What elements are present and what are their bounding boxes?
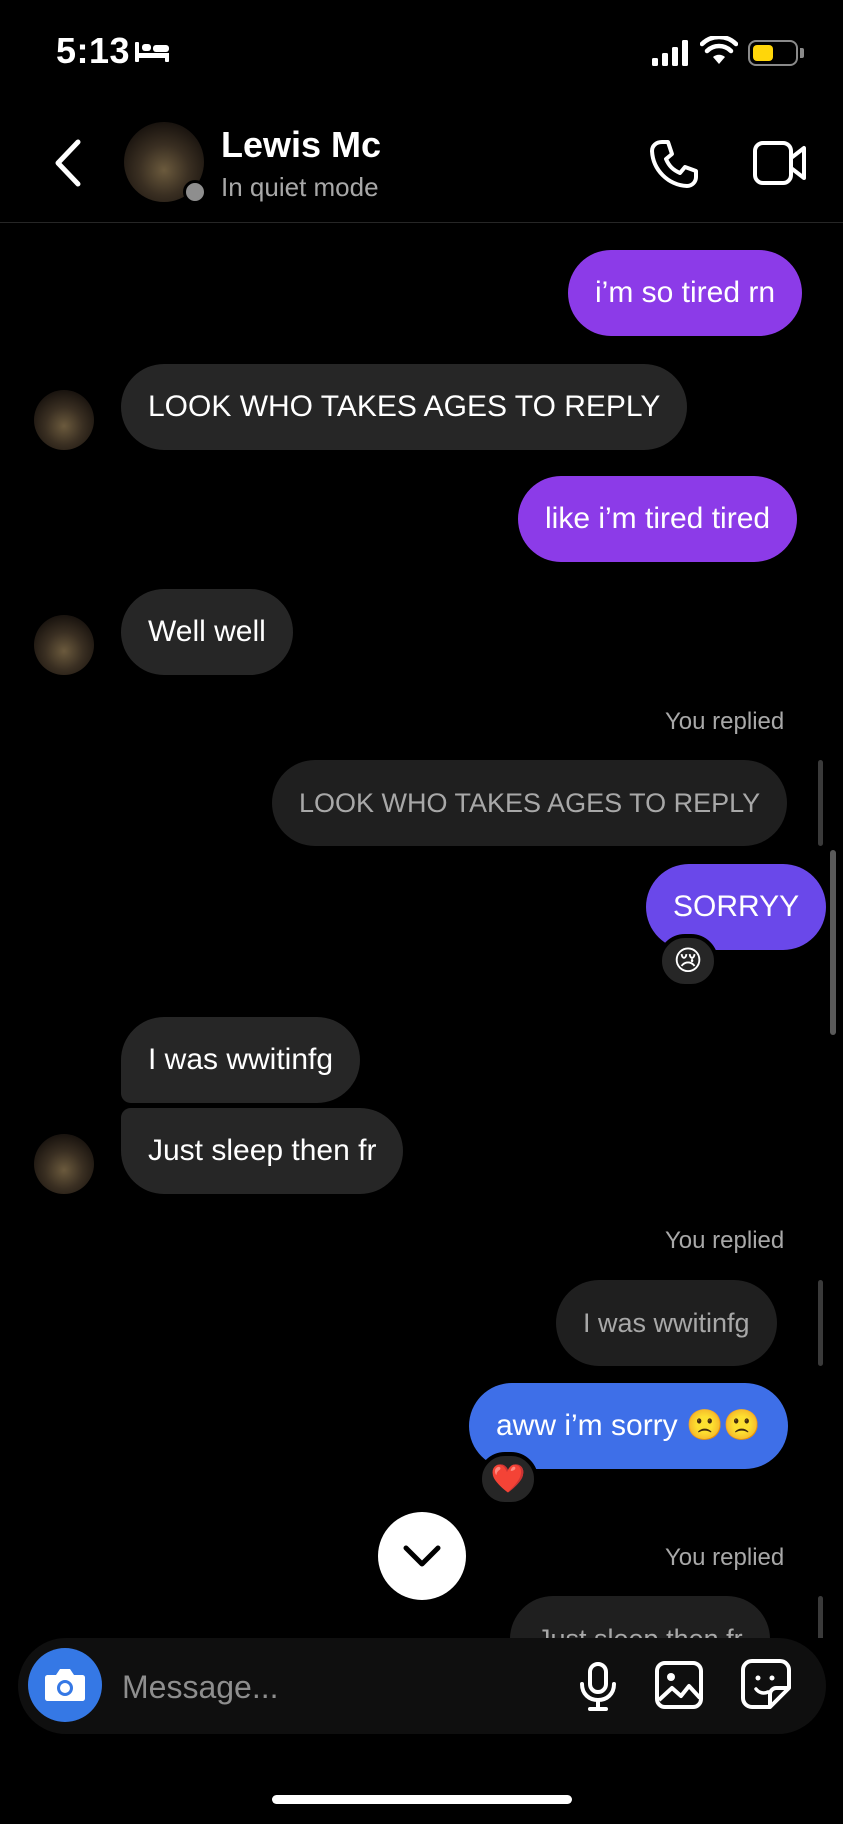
reply-quote-bar (818, 1280, 823, 1366)
gallery-icon[interactable] (654, 1660, 704, 1710)
incoming-message[interactable]: Just sleep then fr (121, 1108, 404, 1194)
replied-label: You replied (665, 1544, 785, 1571)
battery-tip (800, 48, 804, 58)
back-chevron-icon[interactable] (48, 138, 88, 188)
reply-quote-bar (818, 760, 823, 846)
incoming-message[interactable]: LOOK WHO TAKES AGES TO REPLY (121, 364, 688, 450)
outgoing-message[interactable]: like i’m tired tired (518, 476, 798, 562)
contact-name[interactable]: Lewis Mc (221, 124, 381, 166)
contact-status: In quiet mode (221, 172, 379, 202)
wifi-icon (700, 36, 738, 64)
sticker-icon[interactable] (740, 1658, 792, 1710)
video-call-icon[interactable] (752, 140, 808, 186)
outgoing-message[interactable]: i’m so tired rn (568, 250, 803, 336)
microphone-icon[interactable] (578, 1662, 618, 1712)
replied-label: You replied (665, 708, 785, 735)
reaction-badge[interactable]: 😢 (658, 934, 718, 988)
sender-avatar[interactable] (34, 615, 94, 675)
reply-quote[interactable]: LOOK WHO TAKES AGES TO REPLY (272, 760, 788, 846)
reaction-badge[interactable]: ❤️ (478, 1452, 538, 1506)
camera-button[interactable] (28, 1648, 102, 1722)
scroll-to-bottom-button[interactable] (378, 1512, 466, 1600)
incoming-message[interactable]: I was wwitinfg (121, 1017, 361, 1103)
reply-quote[interactable]: I was wwitinfg (556, 1280, 777, 1366)
replied-label: You replied (665, 1227, 785, 1254)
chevron-down-icon (403, 1545, 441, 1567)
reply-quote[interactable]: Just sleep then fr (510, 1596, 770, 1638)
reply-quote-bar (818, 1596, 823, 1638)
sender-avatar[interactable] (34, 390, 94, 450)
camera-icon (45, 1669, 85, 1701)
phone-call-icon[interactable] (648, 138, 700, 190)
battery-icon (748, 40, 798, 66)
sender-avatar[interactable] (34, 1134, 94, 1194)
message-input[interactable] (120, 1660, 544, 1714)
incoming-message[interactable]: Well well (121, 589, 293, 675)
signal-icon (652, 40, 688, 66)
quiet-mode-indicator (183, 180, 207, 204)
status-time: 5:13 (56, 30, 131, 71)
scrollbar[interactable] (830, 850, 836, 1035)
home-indicator (272, 1795, 572, 1804)
sleep-focus-icon (135, 42, 169, 62)
